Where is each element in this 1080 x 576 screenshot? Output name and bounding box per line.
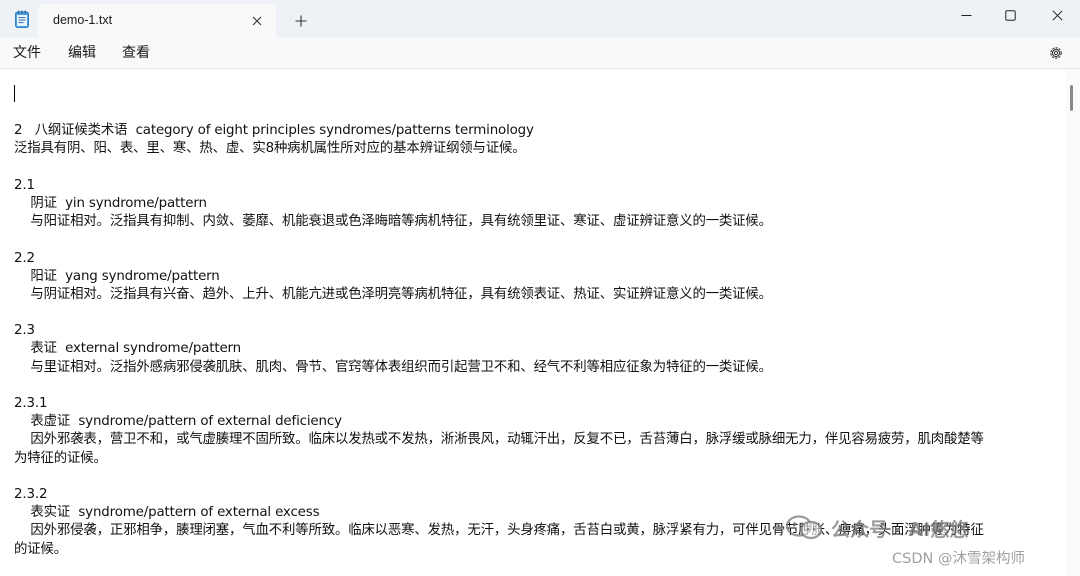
new-tab-button[interactable] [288,9,314,33]
menu-bar: 文件 编辑 查看 [0,38,1080,69]
watermark-text-2: CSDN @沐雪架构师 [892,551,1025,567]
text-line [14,468,1064,486]
text-line: 与里证相对。泛指外感病邪侵袭肌肤、肌肉、骨节、官窍等体表组织而引起营卫不和、经气… [14,359,772,375]
close-icon [252,16,262,26]
maximize-icon [1004,9,1016,21]
settings-button[interactable] [1046,43,1066,63]
text-line: 阴证 yin syndrome/pattern [14,195,207,211]
text-line: 阳证 yang syndrome/pattern [14,268,220,284]
close-window-button[interactable] [1034,0,1080,30]
text-line: 为特征的证候。 [14,450,107,466]
menu-view[interactable]: 查看 [120,43,152,63]
menu-edit[interactable]: 编辑 [66,43,98,63]
text-line [14,104,1064,122]
close-tab-button[interactable] [246,10,268,32]
editor-content: 2 八纲证候类术语 category of eight principles s… [14,104,1064,576]
text-line: 2.2 [14,250,35,266]
notepad-icon [14,10,30,28]
text-line: 2.3.2 [14,486,48,502]
text-line: 表虚证 syndrome/pattern of external deficie… [14,414,342,430]
text-cursor [14,85,15,102]
wechat-icon [785,515,823,540]
tab-demo-1[interactable]: demo-1.txt [38,4,276,38]
watermark-wechat: 公众号 · AI悠悠 [785,515,968,541]
text-line [14,159,1064,177]
text-line: 与阳证相对。泛指具有抑制、内敛、萎靡、机能衰退或色泽晦暗等病机特征，具有统领里证… [14,214,772,230]
minimize-icon [961,14,971,16]
notepad-window: demo-1.txt 文件 编辑 查看 2 八纲证候类术语 category o… [0,0,1080,576]
text-editor[interactable]: 2 八纲证候类术语 category of eight principles s… [0,69,1066,576]
text-line: 2 八纲证候类术语 category of eight principles s… [14,123,534,139]
close-icon [1051,9,1063,21]
text-line: 2.3 [14,323,35,339]
text-line [14,304,1064,322]
minimize-button[interactable] [943,0,989,30]
text-line: 与阴证相对。泛指具有兴奋、趋外、上升、机能亢进或色泽明亮等病机特征，具有统领表证… [14,286,772,302]
vertical-scrollbar[interactable] [1066,69,1080,576]
menu-file[interactable]: 文件 [11,43,43,63]
text-line: 2.1 [14,177,35,193]
text-line: 泛指具有阴、阳、表、里、寒、热、虚、实8种病机属性所对应的基本辨证纲领与证候。 [14,141,526,157]
text-line [14,231,1064,249]
title-bar: demo-1.txt [0,0,1080,38]
maximize-button[interactable] [987,0,1033,30]
tab-title: demo-1.txt [53,13,113,27]
text-line [14,377,1064,395]
scrollbar-thumb[interactable] [1070,85,1073,111]
plus-icon [295,15,307,27]
watermark-text-1: 公众号 · AI悠悠 [831,518,969,541]
text-line: 表证 external syndrome/pattern [14,341,242,357]
gear-icon [1050,47,1062,59]
text-line: 2.3.1 [14,396,48,411]
text-line: 因外邪袭表，营卫不和，或气虚腠理不固所致。临床以发热或不发热，淅淅畏风，动辄汗出… [14,432,984,448]
